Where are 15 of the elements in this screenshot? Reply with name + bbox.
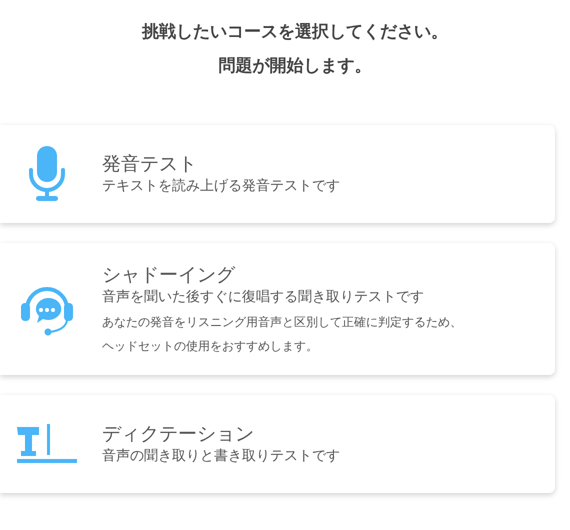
course-note: あなたの発音をリスニング用音声と区別して正確に判定するため、 (102, 314, 462, 331)
course-card[interactable]: シャドーイング 音声を聞いた後すぐに復唱する聞き取りテストです あなたの発音をリスニング用音声と区別して正確に判定するため、 ヘッドセットの使用をおすすめします。 (0, 243, 555, 375)
heading-text: 挑戦したいコースを選択してください。 (142, 21, 448, 44)
course-title: 発音テスト (102, 152, 198, 176)
text-cursor-icon (17, 424, 77, 464)
course-description: テキストを読み上げる発音テストです (102, 177, 340, 196)
course-card[interactable]: ディクテーション 音声の聞き取りと書き取りテストです (0, 395, 555, 493)
course-description: 音声を聞いた後すぐに復唱する聞き取りテストです (102, 288, 425, 307)
course-title: シャドーイング (102, 263, 236, 287)
microphone-icon (28, 146, 66, 202)
course-note: ヘッドセットの使用をおすすめします。 (102, 338, 319, 355)
course-title: ディクテーション (102, 422, 255, 446)
course-description: 音声の聞き取りと書き取りテストです (102, 447, 340, 466)
heading-text: 問題が開始します。 (218, 54, 372, 78)
course-card[interactable]: 発音テスト テキストを読み上げる発音テストです (0, 125, 555, 223)
